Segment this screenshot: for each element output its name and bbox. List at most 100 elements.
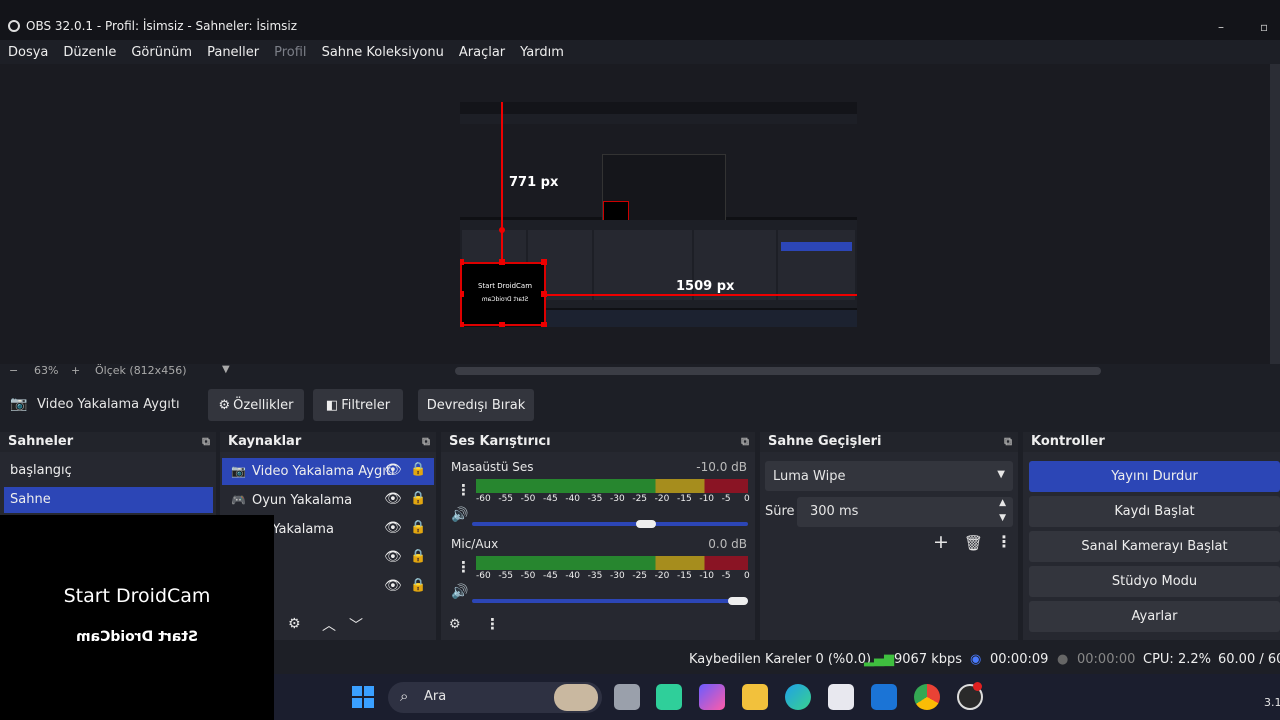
visibility-eye-icon[interactable]: 👁 — [384, 549, 402, 565]
store-icon[interactable] — [828, 684, 854, 710]
float-dock-icon[interactable]: ⧉ — [741, 435, 749, 449]
resize-handle[interactable] — [460, 322, 464, 327]
filters-label: Filtreler — [341, 397, 391, 413]
float-dock-icon[interactable]: ⧉ — [1004, 435, 1012, 449]
resize-handle[interactable] — [460, 259, 464, 265]
mixer-dock-title: Ses Karıştırıcı — [449, 434, 551, 449]
resize-handle[interactable] — [541, 322, 547, 327]
camera-icon: 📷 — [10, 396, 28, 412]
menu-paneller[interactable]: Paneller — [207, 45, 259, 60]
rotation-handle[interactable] — [499, 227, 505, 233]
spin-up-icon[interactable]: ▲ — [999, 498, 1006, 508]
controls-dock-title: Kontroller — [1031, 434, 1105, 449]
resize-handle[interactable] — [541, 259, 547, 265]
start-recording-button[interactable]: Kaydı Başlat — [1029, 496, 1280, 527]
trash-icon[interactable]: 🗑 — [964, 534, 983, 552]
lock-icon[interactable]: 🔒 — [410, 520, 426, 535]
add-transition-icon[interactable]: + — [933, 531, 949, 553]
zoom-out-button[interactable]: − — [9, 364, 18, 377]
mixer-menu-icon[interactable]: ⋮ — [485, 615, 500, 633]
menu-duzenle[interactable]: Düzenle — [63, 45, 116, 60]
visibility-eye-icon[interactable]: 👁 — [384, 462, 402, 478]
nested-controls-dock — [778, 230, 855, 300]
outlook-icon[interactable] — [871, 684, 897, 710]
scene-item[interactable]: başlangıç — [4, 458, 213, 484]
resize-handle[interactable] — [499, 322, 505, 327]
menu-yardim[interactable]: Yardım — [520, 45, 564, 60]
menu-dosya[interactable]: Dosya — [8, 45, 48, 60]
scale-label[interactable]: Ölçek (812x456) — [95, 364, 186, 377]
filters-button[interactable]: ◧ Filtreler — [313, 389, 403, 421]
camera-icon: 📷 — [231, 464, 246, 478]
lock-icon[interactable]: 🔒 — [410, 578, 426, 593]
preview-canvas[interactable]: 771 px 1509 px Start DroidCam Start Droi… — [460, 102, 857, 327]
task-view-icon[interactable] — [614, 684, 640, 710]
meter-tick-label: -30 — [610, 571, 625, 581]
preview-scrollbar[interactable] — [1270, 64, 1280, 364]
transition-select[interactable]: Luma Wipe ▼ — [765, 461, 1013, 491]
visibility-eye-icon[interactable]: 👁 — [384, 491, 402, 507]
deactivate-button[interactable]: Devredışı Bırak — [418, 389, 534, 421]
menu-profil[interactable]: Profil — [274, 45, 306, 60]
source-item[interactable]: 🎮 Oyun Yakalama 👁 🔒 — [222, 487, 434, 514]
chevron-down-icon: ▼ — [997, 469, 1005, 480]
mixer-settings-gear-icon[interactable]: ⚙ — [449, 617, 461, 632]
transition-menu-icon[interactable]: ⋮ — [996, 532, 1012, 551]
minimize-button[interactable]: – — [1218, 20, 1224, 34]
resize-handle[interactable] — [460, 291, 464, 297]
move-up-icon[interactable]: ︿ — [322, 615, 336, 635]
menu-araclar[interactable]: Araçlar — [459, 45, 505, 60]
status-bar: Kaybedilen Kareler 0 (%0.0) ▂▄▆ 9067 kbp… — [274, 646, 1280, 674]
meter-tick-label: -60 — [476, 571, 491, 581]
stop-streaming-button[interactable]: Yayını Durdur — [1029, 461, 1280, 492]
chevron-down-icon[interactable]: ▼ — [222, 364, 230, 375]
float-dock-icon[interactable]: ⧉ — [422, 435, 430, 449]
windows-taskbar: ⌕ Ara 3.1 — [274, 674, 1280, 720]
settings-button[interactable]: Ayarlar — [1029, 601, 1280, 632]
speaker-icon[interactable]: 🔊 — [451, 584, 468, 600]
track-menu-icon[interactable]: ⋮ — [456, 481, 471, 499]
chrome-icon[interactable] — [914, 684, 940, 710]
selected-source-box[interactable]: Start DroidCam Start DroidCam — [460, 262, 546, 326]
visibility-eye-icon[interactable]: 👁 — [384, 520, 402, 536]
copilot-icon[interactable] — [699, 684, 725, 710]
volume-slider[interactable] — [472, 520, 748, 528]
meter-tick-label: -25 — [632, 571, 648, 581]
track-menu-icon[interactable]: ⋮ — [456, 558, 471, 576]
volume-slider[interactable] — [472, 597, 748, 605]
source-item[interactable]: 📷 Video Yakalama Aygıtı 👁 🔒 — [222, 458, 434, 485]
edge-icon[interactable] — [785, 684, 811, 710]
float-dock-icon[interactable]: ⧉ — [202, 435, 210, 449]
track-name: Mic/Aux — [451, 537, 499, 551]
maximize-button[interactable]: ▫ — [1260, 20, 1268, 34]
preview-horizontal-scrollbar[interactable] — [455, 367, 1101, 375]
lock-icon[interactable]: 🔒 — [410, 491, 426, 506]
chat-app-icon[interactable] — [656, 684, 682, 710]
taskbar-search[interactable]: ⌕ Ara — [388, 682, 602, 713]
file-explorer-icon[interactable] — [742, 684, 768, 710]
volume-slider-knob[interactable] — [635, 520, 656, 528]
menu-sahne-koleksiyonu[interactable]: Sahne Koleksiyonu — [322, 45, 444, 60]
spin-down-icon[interactable]: ▼ — [999, 513, 1006, 523]
move-down-icon[interactable]: ﹀ — [349, 615, 363, 635]
resize-handle[interactable] — [541, 291, 547, 297]
source-settings-gear-icon[interactable]: ⚙ — [288, 616, 301, 632]
lock-icon[interactable]: 🔒 — [410, 462, 426, 477]
properties-button[interactable]: ⚙ Özellikler — [208, 389, 304, 421]
nested-stop-stream-button — [781, 242, 852, 251]
volume-slider-knob[interactable] — [728, 597, 748, 605]
volume-meter — [476, 556, 748, 570]
nested-cam-title: Start DroidCam — [477, 282, 533, 290]
windows-start-icon[interactable] — [352, 686, 374, 708]
start-virtual-camera-button[interactable]: Sanal Kamerayı Başlat — [1029, 531, 1280, 562]
resize-handle[interactable] — [499, 259, 505, 265]
scene-item[interactable]: Sahne — [4, 487, 213, 513]
menu-gorunum[interactable]: Görünüm — [131, 45, 192, 60]
duration-spinbox[interactable]: 300 ms ▲ ▼ — [797, 497, 1013, 527]
lock-icon[interactable]: 🔒 — [410, 549, 426, 564]
studio-mode-button[interactable]: Stüdyo Modu — [1029, 566, 1280, 597]
speaker-icon[interactable]: 🔊 — [451, 507, 468, 523]
zoom-in-button[interactable]: + — [71, 364, 80, 377]
volume-meter — [476, 479, 748, 493]
visibility-eye-icon[interactable]: 👁 — [384, 578, 402, 594]
